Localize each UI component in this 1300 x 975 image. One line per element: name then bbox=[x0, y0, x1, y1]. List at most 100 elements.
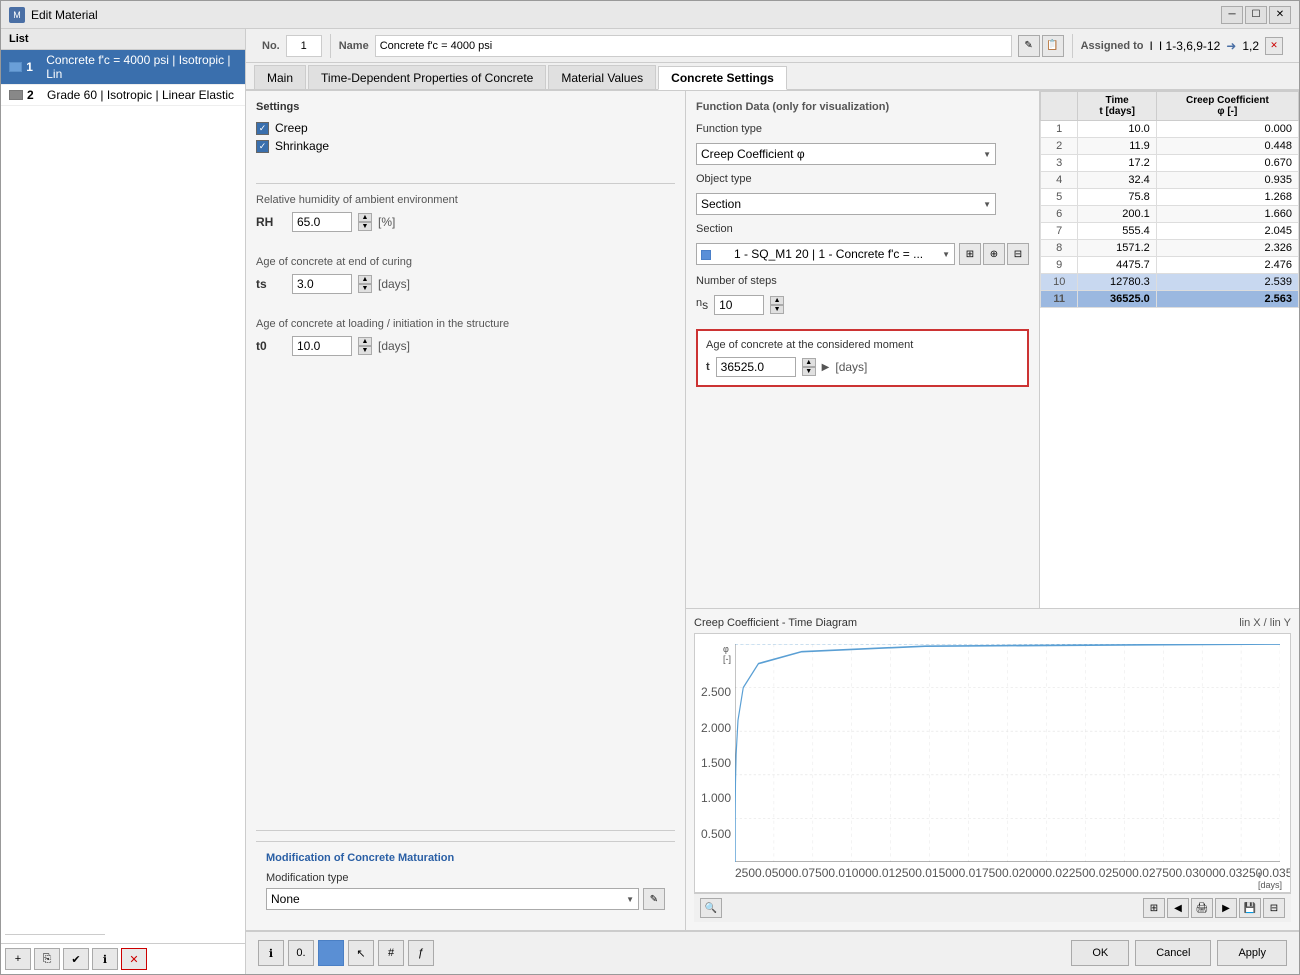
table-row: 2 11.9 0.448 bbox=[1041, 138, 1299, 155]
function-type-dropdown[interactable]: Creep Coefficient φ ▼ bbox=[696, 143, 996, 165]
no-value: 1 bbox=[286, 35, 322, 57]
chart-yaxis: φ[-] 2.500 2.000 1.500 1.000 0.500 bbox=[695, 644, 735, 862]
section-copy-button[interactable]: ⊟ bbox=[1007, 243, 1029, 265]
x-tick-10000: 10000.0 bbox=[845, 866, 888, 880]
t0-spinners: ▲ ▼ bbox=[358, 337, 372, 355]
assigned-close-button[interactable]: ✕ bbox=[1265, 37, 1283, 55]
ns-up[interactable]: ▲ bbox=[770, 296, 784, 305]
zero-button[interactable]: 0. bbox=[288, 940, 314, 966]
section-label-row: Section bbox=[696, 223, 1029, 235]
settings-panel: Settings ✓ Creep ✓ Shrinkage Relative hu… bbox=[246, 91, 686, 930]
row-time: 4475.7 bbox=[1078, 257, 1156, 274]
close-button[interactable]: ✕ bbox=[1269, 6, 1291, 24]
y-label-phi: φ[-] bbox=[723, 644, 731, 664]
app-icon: M bbox=[9, 7, 25, 23]
chart-zoom-button[interactable]: 🔍 bbox=[700, 898, 722, 918]
cancel-button[interactable]: Cancel bbox=[1135, 940, 1211, 966]
tab-material-values[interactable]: Material Values bbox=[548, 65, 656, 89]
name-value[interactable]: Concrete f'c = 4000 psi bbox=[375, 35, 1012, 57]
mod-edit-button[interactable]: ✎ bbox=[643, 888, 665, 910]
ns-input[interactable]: 10 bbox=[714, 295, 764, 315]
maximize-button[interactable]: ☐ bbox=[1245, 6, 1267, 24]
col-time-header: Timet [days] bbox=[1078, 92, 1156, 121]
rh-up[interactable]: ▲ bbox=[358, 213, 372, 222]
t0-input[interactable]: 10.0 bbox=[292, 336, 352, 356]
t0-down[interactable]: ▼ bbox=[358, 346, 372, 355]
tab-main[interactable]: Main bbox=[254, 65, 306, 89]
rh-spinners: ▲ ▼ bbox=[358, 213, 372, 231]
chart-save-button[interactable]: 💾 bbox=[1239, 898, 1261, 918]
tab-material-values-label: Material Values bbox=[561, 71, 643, 85]
age-input[interactable]: 36525.0 bbox=[716, 357, 796, 377]
chart-back-button[interactable]: ◀ bbox=[1167, 898, 1189, 918]
no-section: No. 1 bbox=[254, 35, 330, 57]
shrinkage-checkbox[interactable]: ✓ bbox=[256, 140, 269, 153]
mod-type-label: Modification type bbox=[266, 872, 665, 884]
ok-button[interactable]: OK bbox=[1071, 940, 1129, 966]
edit-name-button[interactable]: ✎ bbox=[1018, 35, 1040, 57]
grid-button[interactable]: # bbox=[378, 940, 404, 966]
y-tick-1500: 1.500 bbox=[701, 756, 731, 770]
chart-print-button[interactable]: 🖨 bbox=[1191, 898, 1213, 918]
section-table-button[interactable]: ⊞ bbox=[959, 243, 981, 265]
age-down[interactable]: ▼ bbox=[802, 367, 816, 376]
ns-down[interactable]: ▼ bbox=[770, 305, 784, 314]
function-type-label: Function type bbox=[696, 123, 786, 135]
list-item-1[interactable]: 1 Concrete f'c = 4000 psi | Isotropic | … bbox=[1, 50, 245, 85]
settings-group: Settings ✓ Creep ✓ Shrinkage bbox=[256, 101, 675, 157]
ts-desc: Age of concrete at end of curing bbox=[256, 256, 675, 268]
ts-down[interactable]: ▼ bbox=[358, 284, 372, 293]
x-tick-25000: 25000.0 bbox=[1105, 866, 1148, 880]
formula-button[interactable]: ƒ bbox=[408, 940, 434, 966]
color-button[interactable] bbox=[318, 940, 344, 966]
cursor-button[interactable]: ↖ bbox=[348, 940, 374, 966]
browse-button[interactable]: 📋 bbox=[1042, 35, 1064, 57]
tab-concrete-settings[interactable]: Concrete Settings bbox=[658, 66, 787, 90]
info-button[interactable]: ℹ bbox=[92, 948, 118, 970]
minimize-button[interactable]: ─ bbox=[1221, 6, 1243, 24]
chart-fwd-button[interactable]: ▶ bbox=[1215, 898, 1237, 918]
age-box-title: Age of concrete at the considered moment bbox=[706, 339, 1019, 351]
new-material-button[interactable]: + bbox=[5, 948, 31, 970]
chart-title: Creep Coefficient - Time Diagram bbox=[694, 617, 857, 629]
chart-area-container: Creep Coefficient - Time Diagram lin X /… bbox=[686, 608, 1299, 930]
ts-up[interactable]: ▲ bbox=[358, 275, 372, 284]
ts-input[interactable]: 3.0 bbox=[292, 274, 352, 294]
chart-copy-button[interactable]: ⊟ bbox=[1263, 898, 1285, 918]
col-num-header bbox=[1041, 92, 1078, 121]
mod-dropdown-arrow: ▼ bbox=[626, 895, 634, 904]
tab-time-dependent[interactable]: Time-Dependent Properties of Concrete bbox=[308, 65, 546, 89]
creep-checkbox[interactable]: ✓ bbox=[256, 122, 269, 135]
ts-field-row: ts 3.0 ▲ ▼ [days] bbox=[256, 274, 675, 294]
delete-button[interactable]: ✕ bbox=[121, 948, 147, 970]
rh-down[interactable]: ▼ bbox=[358, 222, 372, 231]
chart-right-buttons: ⊞ ◀ 🖨 ▶ 💾 ⊟ bbox=[1143, 898, 1285, 918]
age-up[interactable]: ▲ bbox=[802, 358, 816, 367]
section-dropdown[interactable]: 1 - SQ_M1 20 | 1 - Concrete f'c = ... ▼ bbox=[696, 243, 955, 265]
item-num-2: 2 bbox=[27, 88, 43, 102]
check-button[interactable]: ✔ bbox=[63, 948, 89, 970]
no-label: No. bbox=[262, 40, 280, 52]
chart-home-button[interactable]: ⊞ bbox=[1143, 898, 1165, 918]
table-row: 8 1571.2 2.326 bbox=[1041, 240, 1299, 257]
x-tick-20000: 20000.0 bbox=[1019, 866, 1062, 880]
ts-spinners: ▲ ▼ bbox=[358, 275, 372, 293]
section-select-button[interactable]: ⊕ bbox=[983, 243, 1005, 265]
function-content: Function Data (only for visualization) F… bbox=[686, 91, 1299, 930]
t0-up[interactable]: ▲ bbox=[358, 337, 372, 346]
mod-type-dropdown[interactable]: None ▼ bbox=[266, 888, 639, 910]
apply-button[interactable]: Apply bbox=[1217, 940, 1287, 966]
separator-2 bbox=[256, 830, 675, 831]
row-creep: 2.326 bbox=[1156, 240, 1298, 257]
col-creep-header: Creep Coefficientφ [-] bbox=[1156, 92, 1298, 121]
object-type-dropdown[interactable]: Section ▼ bbox=[696, 193, 996, 215]
rh-input[interactable]: 65.0 bbox=[292, 212, 352, 232]
rh-field-row: RH 65.0 ▲ ▼ [%] bbox=[256, 212, 675, 232]
assigned-section: Assigned to I I 1-3,6,9-12 ➜ 1,2 ✕ bbox=[1073, 37, 1291, 55]
row-time: 17.2 bbox=[1078, 155, 1156, 172]
x-tick-2500: 2500.0 bbox=[735, 866, 772, 880]
list-item-2[interactable]: 2 Grade 60 | Isotropic | Linear Elastic bbox=[1, 85, 245, 106]
info-icon-button[interactable]: ℹ bbox=[258, 940, 284, 966]
copy-material-button[interactable]: ⎘ bbox=[34, 948, 60, 970]
table-row: 5 75.8 1.268 bbox=[1041, 189, 1299, 206]
